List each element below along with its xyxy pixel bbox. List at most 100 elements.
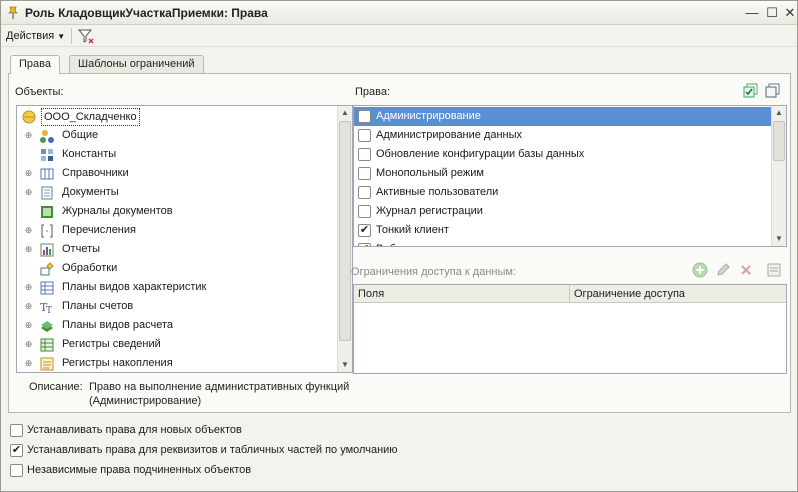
right-checkbox[interactable] xyxy=(358,129,371,142)
scroll-up-icon[interactable]: ▲ xyxy=(338,106,352,120)
tree-item-label: Справочники xyxy=(62,167,129,179)
uncheck-all-icon[interactable] xyxy=(765,83,781,99)
option-label: Независимые права подчиненных объектов xyxy=(27,464,252,476)
tree-item[interactable]: Обработки xyxy=(17,259,337,278)
tree-item[interactable]: ⊕ Отчеты xyxy=(17,240,337,259)
tree-item[interactable]: ⊕ Регистры сведений xyxy=(17,335,337,354)
tree-root[interactable]: ООО_Складченко xyxy=(17,107,337,126)
right-item-label: Монопольный режим xyxy=(376,167,484,179)
rights-list[interactable]: Администрирование Администрирование данны… xyxy=(353,105,787,247)
tree-item-label: Общие xyxy=(62,129,99,141)
expand-icon[interactable]: ⊕ xyxy=(24,283,33,292)
tree-item[interactable]: ⊕ Планы видов характеристик xyxy=(17,278,337,297)
scroll-up-icon[interactable]: ▲ xyxy=(772,106,786,120)
right-item[interactable]: Администрирование xyxy=(354,107,771,126)
constants-icon xyxy=(41,149,53,161)
option-checkbox[interactable] xyxy=(10,424,23,437)
right-checkbox[interactable] xyxy=(358,148,371,161)
tree-item-label: Документы xyxy=(62,186,119,198)
expand-icon[interactable]: ⊕ xyxy=(24,321,33,330)
description-label: Описание: xyxy=(29,381,83,393)
tree-item[interactable]: ⊕ Планы видов расчета xyxy=(17,316,337,335)
column-header-restriction[interactable]: Ограничение доступа xyxy=(570,285,786,303)
tab-rights[interactable]: Права xyxy=(10,55,60,74)
right-checkbox[interactable] xyxy=(358,186,371,199)
expand-icon[interactable]: ⊕ xyxy=(24,226,33,235)
right-item-label: Активные пользователи xyxy=(376,186,499,198)
tree-item[interactable]: Константы xyxy=(17,145,337,164)
right-checkbox[interactable] xyxy=(358,110,371,123)
right-item[interactable]: Администрирование данных xyxy=(354,126,771,145)
description-text-line2: (Администрирование) xyxy=(89,395,202,407)
tree-item-label: Регистры накопления xyxy=(62,357,173,369)
add-icon[interactable] xyxy=(692,262,708,278)
edit-icon[interactable] xyxy=(715,262,731,278)
tree-item[interactable]: Журналы документов xyxy=(17,202,337,221)
filter-icon[interactable] xyxy=(77,27,95,45)
common-icon xyxy=(40,130,54,143)
right-item-label: Обновление конфигурации базы данных xyxy=(376,148,585,160)
scroll-thumb[interactable] xyxy=(339,121,351,341)
objects-tree[interactable]: ООО_Складченко ⊕ Общие Константы ⊕ Справочни… xyxy=(16,105,353,373)
right-item[interactable]: Журнал регистрации xyxy=(354,202,771,221)
right-checkbox[interactable]: ✔ xyxy=(358,224,371,237)
maximize-button[interactable]: ☐ xyxy=(763,4,781,22)
info-registers-icon xyxy=(40,338,54,352)
option-checkbox[interactable]: ✔ xyxy=(10,444,23,457)
expand-icon[interactable]: ⊕ xyxy=(24,169,33,178)
right-item[interactable]: ✔ Тонкий клиент xyxy=(354,221,771,240)
tree-item[interactable]: ⊕ Документы xyxy=(17,183,337,202)
actions-menu[interactable]: Действия ▼ xyxy=(6,28,65,44)
minimize-button[interactable]: — xyxy=(743,4,761,22)
expand-icon[interactable]: ⊕ xyxy=(24,340,33,349)
expand-icon[interactable]: ⊕ xyxy=(24,131,33,140)
right-item[interactable]: Монопольный режим xyxy=(354,164,771,183)
tree-item[interactable]: ⊕ Справочники xyxy=(17,164,337,183)
objects-scrollbar[interactable]: ▲ ▼ xyxy=(337,106,352,372)
tree-item[interactable]: ⊕ Общие xyxy=(17,126,337,145)
right-checkbox[interactable] xyxy=(358,167,371,180)
tree-item[interactable]: ⊕ Перечисления xyxy=(17,221,337,240)
chart-types-icon xyxy=(40,281,54,295)
documents-icon xyxy=(41,186,53,200)
description-text-line1: Право на выполнение административных фун… xyxy=(89,381,350,393)
tree-item-label: Отчеты xyxy=(62,243,101,255)
tree-item[interactable]: ⊕ Регистры накопления xyxy=(17,354,337,372)
svg-text:T: T xyxy=(46,306,52,314)
check-all-icon[interactable] xyxy=(743,83,759,99)
dataprocessors-icon xyxy=(40,262,54,276)
right-checkbox[interactable]: ✔ xyxy=(358,243,371,246)
expand-icon[interactable]: ⊕ xyxy=(24,359,33,368)
infobase-icon xyxy=(22,110,36,124)
scroll-down-icon[interactable]: ▼ xyxy=(338,358,352,372)
dropdown-arrow-icon: ▼ xyxy=(57,32,66,41)
pin-icon xyxy=(8,6,18,19)
toolbar-separator xyxy=(71,28,72,44)
close-button[interactable]: ✕ xyxy=(781,4,798,22)
right-checkbox[interactable] xyxy=(358,205,371,218)
rights-tab-panel: Объекты: ООО_Складченко ⊕ Общие Константы ⊕… xyxy=(8,73,791,413)
right-item-label: Тонкий клиент xyxy=(376,224,449,236)
template-icon[interactable] xyxy=(766,262,782,278)
option-checkbox[interactable] xyxy=(10,464,23,477)
restrictions-table[interactable]: Поля Ограничение доступа xyxy=(353,284,787,374)
tree-root-label: ООО_Складченко xyxy=(41,108,140,126)
right-item[interactable]: ✔ Веб-клиент xyxy=(354,240,771,246)
expand-icon[interactable]: ⊕ xyxy=(24,245,33,254)
option-label: Устанавливать права для новых объектов xyxy=(27,424,242,436)
toolbar: Действия ▼ xyxy=(1,25,797,47)
objects-label: Объекты: xyxy=(15,86,64,98)
column-header-fields[interactable]: Поля xyxy=(354,285,570,303)
right-item[interactable]: Обновление конфигурации базы данных xyxy=(354,145,771,164)
delete-icon[interactable] xyxy=(738,262,754,278)
right-item[interactable]: Активные пользователи xyxy=(354,183,771,202)
tree-item[interactable]: ⊕ T T Планы счетов xyxy=(17,297,337,316)
accum-registers-icon xyxy=(40,357,54,371)
expand-icon[interactable]: ⊕ xyxy=(24,188,33,197)
expand-icon[interactable]: ⊕ xyxy=(24,302,33,311)
calc-types-icon xyxy=(41,321,53,332)
scroll-thumb[interactable] xyxy=(773,121,785,161)
tab-restriction-templates[interactable]: Шаблоны ограничений xyxy=(69,55,204,73)
rights-scrollbar[interactable]: ▲ ▼ xyxy=(771,106,786,246)
scroll-down-icon[interactable]: ▼ xyxy=(772,232,786,246)
